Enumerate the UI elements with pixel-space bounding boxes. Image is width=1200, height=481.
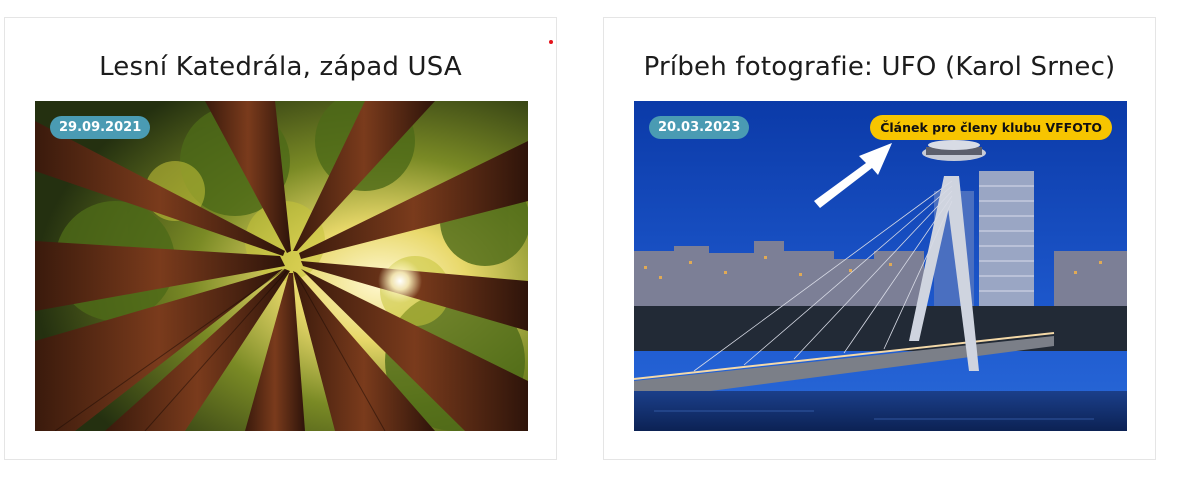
date-badge: 20.03.2023: [649, 116, 750, 139]
article-thumbnail-ufo[interactable]: 20.03.2023 Článek pro členy klubu VFFOTO: [634, 101, 1127, 431]
article-card-ufo[interactable]: Príbeh fotografie: UFO (Karol Srnec) 20.…: [603, 17, 1156, 460]
members-only-badge: Článek pro členy klubu VFFOTO: [870, 115, 1112, 140]
article-thumbnail-forest[interactable]: 29.09.2021: [35, 101, 528, 431]
notification-dot: [549, 40, 553, 44]
article-title[interactable]: Lesní Katedrála, západ USA: [5, 52, 556, 82]
article-card-forest[interactable]: Lesní Katedrála, západ USA 29.09.2021: [4, 17, 557, 460]
date-badge: 29.09.2021: [50, 116, 151, 139]
article-title[interactable]: Príbeh fotografie: UFO (Karol Srnec): [604, 52, 1155, 82]
